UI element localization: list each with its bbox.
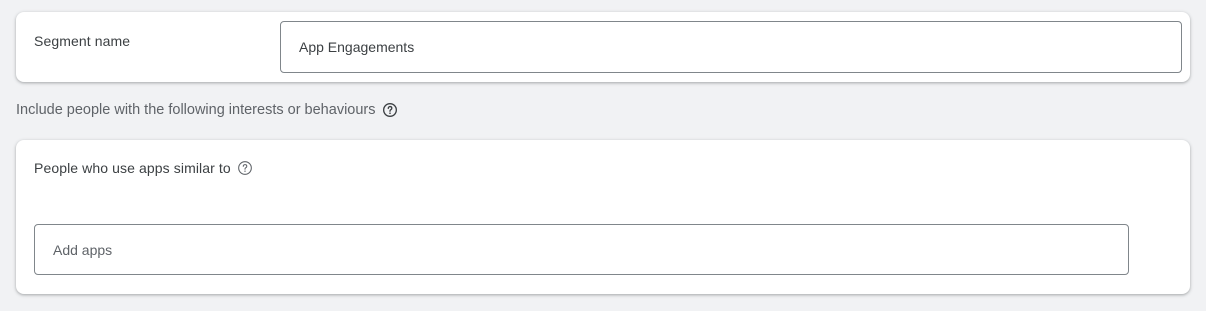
similar-apps-card: People who use apps similar to: [16, 140, 1190, 294]
segment-name-label: Segment name: [34, 33, 131, 49]
segment-name-card: Segment name: [16, 12, 1190, 82]
help-circle-icon[interactable]: [382, 102, 398, 118]
interests-heading: Include people with the following intere…: [16, 102, 398, 118]
similar-apps-label-row: People who use apps similar to: [34, 160, 253, 176]
segment-name-input[interactable]: [280, 21, 1182, 73]
similar-apps-label: People who use apps similar to: [34, 160, 231, 176]
interests-heading-text: Include people with the following intere…: [16, 102, 376, 118]
help-circle-icon[interactable]: [237, 160, 253, 176]
add-apps-input[interactable]: [34, 224, 1129, 275]
